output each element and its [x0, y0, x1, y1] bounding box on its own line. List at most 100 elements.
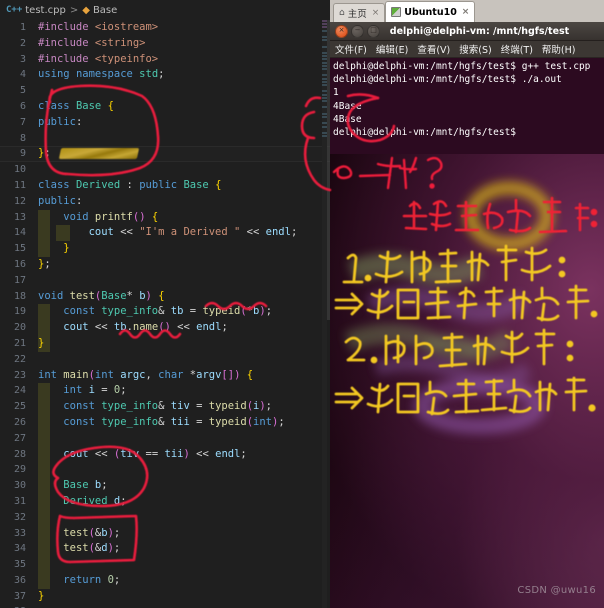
- code-line[interactable]: 5: [0, 83, 330, 99]
- line-content[interactable]: };: [38, 257, 51, 273]
- indent-guide-block: [38, 462, 50, 479]
- line-content[interactable]: }: [38, 589, 44, 605]
- line-content[interactable]: int i = 0;: [38, 383, 126, 399]
- line-content[interactable]: class Base {: [38, 99, 114, 115]
- line-content[interactable]: const type_info& tii = typeid(int);: [38, 415, 284, 431]
- line-number: 19: [13, 306, 26, 318]
- browser-tab-1[interactable]: ⌂ 主页 ×: [333, 3, 386, 22]
- code-line[interactable]: 2 #include <string>: [0, 36, 330, 52]
- breadcrumb[interactable]: C++ test.cpp > ◆ Base: [0, 0, 330, 20]
- close-tab-icon[interactable]: ×: [462, 7, 470, 17]
- line-content[interactable]: #include <typeinfo>: [38, 52, 158, 68]
- line-content[interactable]: Derived d;: [38, 494, 126, 510]
- maximize-window-button[interactable]: □: [367, 24, 380, 38]
- terminal-menu-item-6[interactable]: 帮助(H): [542, 42, 576, 56]
- terminal-menu-item-2[interactable]: 编辑(E): [376, 42, 408, 56]
- home-icon: ⌂: [339, 7, 345, 18]
- code-line[interactable]: 23 int main(int argc, char *argv[]) {: [0, 368, 330, 384]
- code-line[interactable]: 28 cout << (tiv == tii) << endl;: [0, 446, 330, 463]
- code-line[interactable]: 34 test(&d);: [0, 541, 330, 558]
- line-content[interactable]: test(&d);: [38, 541, 120, 557]
- line-content[interactable]: public:: [38, 115, 82, 131]
- line-content[interactable]: };: [38, 146, 51, 162]
- line-number: 8: [19, 132, 26, 144]
- browser-tab-2[interactable]: Ubuntu10 ×: [385, 1, 476, 22]
- terminal-output-line: 4Base: [333, 113, 362, 125]
- line-content[interactable]: class Derived : public Base {: [38, 178, 221, 194]
- code-line[interactable]: 24 int i = 0;: [0, 383, 330, 400]
- code-line[interactable]: 20 cout << tb.name() << endl;: [0, 320, 330, 336]
- cpp-file-icon: C++: [6, 5, 23, 15]
- line-content[interactable]: test(&b);: [38, 526, 120, 542]
- line-content[interactable]: #include <iostream>: [38, 20, 158, 36]
- code-line[interactable]: 12 public:: [0, 194, 330, 210]
- terminal-title-bar[interactable]: × − □ delphi@delphi-vm: /mnt/hgfs/test: [330, 22, 604, 41]
- line-content[interactable]: return 0;: [38, 573, 120, 589]
- code-line[interactable]: 37}: [0, 589, 330, 605]
- line-number: 28: [13, 448, 26, 460]
- code-line[interactable]: 15 }: [0, 241, 330, 257]
- annotation-question-red: [332, 156, 443, 190]
- code-line[interactable]: 21}: [0, 335, 330, 352]
- code-line[interactable]: 36 return 0;: [0, 572, 330, 589]
- code-line[interactable]: 9};: [0, 146, 330, 163]
- terminal-menu-item-3[interactable]: 查看(V): [417, 42, 450, 56]
- code-line[interactable]: 30 Base b;: [0, 478, 330, 494]
- line-content[interactable]: void printf() {: [38, 210, 158, 226]
- line-content[interactable]: int main(int argc, char *argv[]) {: [38, 368, 253, 384]
- code-line[interactable]: 11 class Derived : public Base {: [0, 178, 330, 194]
- code-line[interactable]: 31 Derived d;: [0, 493, 330, 510]
- code-line[interactable]: 10: [0, 162, 330, 178]
- terminal-output[interactable]: delphi@delphi-vm:/mnt/hgfs/test$ g++ tes…: [330, 58, 604, 154]
- browser-tab-label: 主页: [347, 9, 367, 20]
- code-line[interactable]: 8: [0, 131, 330, 147]
- code-line[interactable]: 16};: [0, 257, 330, 273]
- line-content[interactable]: }: [38, 336, 44, 352]
- terminal-menu-item-4[interactable]: 搜索(S): [459, 42, 491, 56]
- code-line[interactable]: 18 void test(Base* b) {: [0, 289, 330, 305]
- line-content[interactable]: Base b;: [38, 478, 107, 494]
- line-content[interactable]: cout << "I'm a Derived " << endl;: [38, 225, 298, 241]
- code-line[interactable]: 29: [0, 462, 330, 479]
- line-content[interactable]: const type_info& tiv = typeid(i);: [38, 399, 272, 415]
- browser-tab-bar[interactable]: ⌂ 主页 × Ubuntu10 ×: [330, 0, 604, 22]
- code-line[interactable]: 25 const type_info& tiv = typeid(i);: [0, 399, 330, 415]
- terminal-menu-item-1[interactable]: 文件(F): [335, 42, 367, 56]
- line-content[interactable]: using namespace std;: [38, 67, 164, 83]
- code-line[interactable]: 35: [0, 557, 330, 573]
- line-content[interactable]: #include <string>: [38, 36, 145, 52]
- line-content[interactable]: public:: [38, 194, 82, 210]
- close-tab-icon[interactable]: ×: [372, 8, 380, 18]
- code-line[interactable]: 7 public:: [0, 115, 330, 131]
- line-content[interactable]: cout << tb.name() << endl;: [38, 320, 227, 336]
- code-line[interactable]: 26 const type_info& tii = typeid(int);: [0, 414, 330, 431]
- line-content[interactable]: void test(Base* b) {: [38, 289, 165, 305]
- code-line[interactable]: 32: [0, 509, 330, 526]
- line-content[interactable]: }: [38, 241, 69, 257]
- breadcrumb-symbol[interactable]: Base: [93, 5, 117, 16]
- code-line[interactable]: 19 const type_info& tb = typeid(*b);: [0, 304, 330, 321]
- terminal-menu-bar[interactable]: 文件(F) 编辑(E) 查看(V) 搜索(S) 终端(T) 帮助(H): [330, 41, 604, 58]
- code-line[interactable]: 22: [0, 352, 330, 368]
- line-content[interactable]: const type_info& tb = typeid(*b);: [38, 304, 272, 320]
- line-content[interactable]: cout << (tiv == tii) << endl;: [38, 447, 246, 463]
- code-line[interactable]: 3 #include <typeinfo>: [0, 52, 330, 68]
- code-line[interactable]: 1 #include <iostream>: [0, 20, 330, 36]
- code-line[interactable]: 13 void printf() {: [0, 209, 330, 226]
- breadcrumb-separator: >: [69, 4, 79, 16]
- code-line[interactable]: 4 using namespace std;: [0, 67, 330, 83]
- breadcrumb-file[interactable]: test.cpp: [25, 5, 66, 16]
- code-line[interactable]: 17: [0, 273, 330, 289]
- line-number: 27: [13, 432, 26, 444]
- close-window-button[interactable]: ×: [335, 24, 348, 38]
- code-line[interactable]: 33 test(&b);: [0, 525, 330, 542]
- terminal-menu-item-5[interactable]: 终端(T): [501, 42, 533, 56]
- code-line[interactable]: 27: [0, 430, 330, 447]
- line-number: 25: [13, 401, 26, 413]
- minimize-window-button[interactable]: −: [351, 24, 364, 38]
- code-lines-container[interactable]: 1 #include <iostream> 2 #include <string> 3 #…: [0, 20, 330, 608]
- line-number: 37: [13, 590, 26, 602]
- code-line[interactable]: 14 cout << "I'm a Derived " << endl;: [0, 225, 330, 242]
- code-line[interactable]: 6 class Base {: [0, 99, 330, 115]
- code-line[interactable]: 38: [0, 604, 330, 608]
